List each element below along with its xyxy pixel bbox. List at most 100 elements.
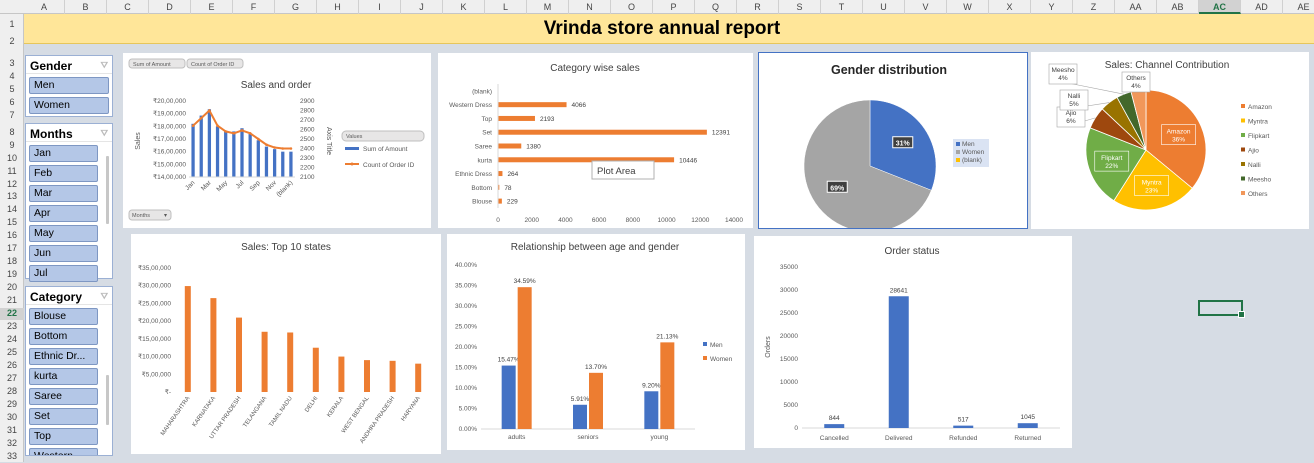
slicer-item[interactable]: Ethnic Dr... bbox=[29, 348, 98, 365]
row-header[interactable]: 10 bbox=[0, 153, 24, 165]
row-header[interactable]: 27 bbox=[0, 373, 24, 385]
column-header[interactable]: AD bbox=[1241, 0, 1283, 14]
row-header[interactable]: 8 bbox=[0, 127, 24, 139]
column-header[interactable]: Q bbox=[695, 0, 737, 14]
column-header[interactable]: C bbox=[107, 0, 149, 14]
slicer-item[interactable]: Apr bbox=[29, 205, 98, 222]
row-header[interactable]: 2 bbox=[0, 36, 24, 48]
column-header[interactable]: AA bbox=[1115, 0, 1157, 14]
column-header[interactable]: U bbox=[863, 0, 905, 14]
column-header[interactable]: F bbox=[233, 0, 275, 14]
slicer-scrollbar[interactable] bbox=[106, 156, 109, 224]
slicer-item[interactable]: Blouse bbox=[29, 308, 98, 325]
slicer-item[interactable]: Top bbox=[29, 428, 98, 445]
column-header[interactable]: E bbox=[191, 0, 233, 14]
row-header[interactable]: 5 bbox=[0, 84, 24, 96]
column-header[interactable]: L bbox=[485, 0, 527, 14]
column-header[interactable]: I bbox=[359, 0, 401, 14]
slicer-item[interactable]: Mar bbox=[29, 185, 98, 202]
slicer-item[interactable]: Bottom bbox=[29, 328, 98, 345]
age-gender-chart[interactable]: Relationship between age and gender40.00… bbox=[447, 234, 745, 450]
slicer-item[interactable]: Jun bbox=[29, 245, 98, 262]
gender-slicer[interactable]: Gender⛛ MenWomen bbox=[25, 55, 113, 117]
column-header[interactable]: D bbox=[149, 0, 191, 14]
row-header[interactable]: 15 bbox=[0, 217, 24, 229]
column-header[interactable]: T bbox=[821, 0, 863, 14]
slicer-item[interactable]: Men bbox=[29, 77, 109, 94]
row-header[interactable]: 17 bbox=[0, 243, 24, 255]
row-header[interactable]: 12 bbox=[0, 179, 24, 191]
row-header[interactable]: 31 bbox=[0, 425, 24, 437]
column-header[interactable]: G bbox=[275, 0, 317, 14]
row-header[interactable]: 18 bbox=[0, 256, 24, 268]
row-header[interactable]: 29 bbox=[0, 399, 24, 411]
row-header[interactable]: 26 bbox=[0, 360, 24, 372]
row-header[interactable]: 19 bbox=[0, 269, 24, 281]
slicer-item[interactable]: May bbox=[29, 225, 98, 242]
row-header[interactable]: 32 bbox=[0, 438, 24, 450]
column-header[interactable]: N bbox=[569, 0, 611, 14]
row-header[interactable]: 33 bbox=[0, 451, 24, 463]
column-header[interactable]: P bbox=[653, 0, 695, 14]
months-slicer[interactable]: Months⛛ JanFebMarAprMayJunJul bbox=[25, 123, 113, 279]
y-tick-label: 15000 bbox=[780, 356, 798, 363]
row-header[interactable]: 21 bbox=[0, 295, 24, 307]
column-header[interactable]: K bbox=[443, 0, 485, 14]
slicer-item[interactable]: Set bbox=[29, 408, 98, 425]
filter-clear-icon[interactable]: ⛛ bbox=[100, 60, 108, 71]
row-header[interactable]: 6 bbox=[0, 97, 24, 109]
column-header[interactable]: V bbox=[905, 0, 947, 14]
slicer-item[interactable]: kurta bbox=[29, 368, 98, 385]
column-header[interactable]: R bbox=[737, 0, 779, 14]
top-states-chart[interactable]: Sales: Top 10 states₹35,00,000₹30,00,000… bbox=[131, 234, 441, 454]
column-header[interactable]: S bbox=[779, 0, 821, 14]
column-header[interactable]: AC bbox=[1199, 0, 1241, 14]
row-header[interactable]: 22 bbox=[0, 308, 24, 320]
row-header[interactable]: 16 bbox=[0, 230, 24, 242]
row-header[interactable]: 13 bbox=[0, 191, 24, 203]
slicer-item[interactable]: Women bbox=[29, 97, 109, 114]
category-bar bbox=[498, 171, 502, 176]
row-header[interactable]: 25 bbox=[0, 347, 24, 359]
column-header[interactable]: AE bbox=[1283, 0, 1314, 14]
row-header[interactable]: 9 bbox=[0, 140, 24, 152]
row-header[interactable]: 28 bbox=[0, 386, 24, 398]
row-header[interactable]: 23 bbox=[0, 321, 24, 333]
row-header[interactable]: 11 bbox=[0, 166, 24, 178]
category-slicer[interactable]: Category⛛ BlouseBottomEthnic Dr...kurtaS… bbox=[25, 286, 113, 456]
row-header[interactable]: 24 bbox=[0, 334, 24, 346]
order-status-chart[interactable]: Order status3500030000250002000015000100… bbox=[754, 236, 1072, 448]
category-label: Top bbox=[482, 116, 493, 123]
column-header[interactable]: J bbox=[401, 0, 443, 14]
column-header[interactable]: W bbox=[947, 0, 989, 14]
channel-contribution-chart[interactable]: Sales: Channel ContributionAmazon36%Mynt… bbox=[1031, 52, 1309, 229]
column-header[interactable]: M bbox=[527, 0, 569, 14]
row-header[interactable]: 3 bbox=[0, 58, 24, 70]
active-cell-selection[interactable] bbox=[1198, 300, 1243, 316]
slicer-item[interactable]: Saree bbox=[29, 388, 98, 405]
row-header[interactable]: 4 bbox=[0, 71, 24, 83]
slicer-item[interactable]: Jul bbox=[29, 265, 98, 282]
row-header[interactable]: 7 bbox=[0, 110, 24, 122]
row-header[interactable]: 1 bbox=[0, 19, 24, 31]
column-header[interactable]: B bbox=[65, 0, 107, 14]
column-header[interactable]: A bbox=[24, 0, 65, 14]
row-header[interactable]: 14 bbox=[0, 204, 24, 216]
category-sales-chart[interactable]: Category wise sales(blank)Western Dress4… bbox=[438, 53, 753, 228]
sales-order-chart[interactable]: Sum of AmountCount of Order IDSales and … bbox=[123, 53, 431, 228]
slicer-item[interactable]: Western... bbox=[29, 448, 98, 456]
column-header[interactable]: H bbox=[317, 0, 359, 14]
gender-distribution-chart[interactable]: Gender distribution31%69%MenWomen(blank) bbox=[758, 52, 1028, 229]
column-header[interactable]: AB bbox=[1157, 0, 1199, 14]
slicer-item[interactable]: Jan bbox=[29, 145, 98, 162]
column-header[interactable]: O bbox=[611, 0, 653, 14]
column-header[interactable]: X bbox=[989, 0, 1031, 14]
slicer-item[interactable]: Feb bbox=[29, 165, 98, 182]
row-header[interactable]: 30 bbox=[0, 412, 24, 424]
filter-clear-icon[interactable]: ⛛ bbox=[100, 291, 108, 302]
column-header[interactable]: Y bbox=[1031, 0, 1073, 14]
column-header[interactable]: Z bbox=[1073, 0, 1115, 14]
row-header[interactable]: 20 bbox=[0, 282, 24, 294]
slicer-scrollbar[interactable] bbox=[106, 375, 109, 425]
filter-clear-icon[interactable]: ⛛ bbox=[100, 128, 108, 139]
